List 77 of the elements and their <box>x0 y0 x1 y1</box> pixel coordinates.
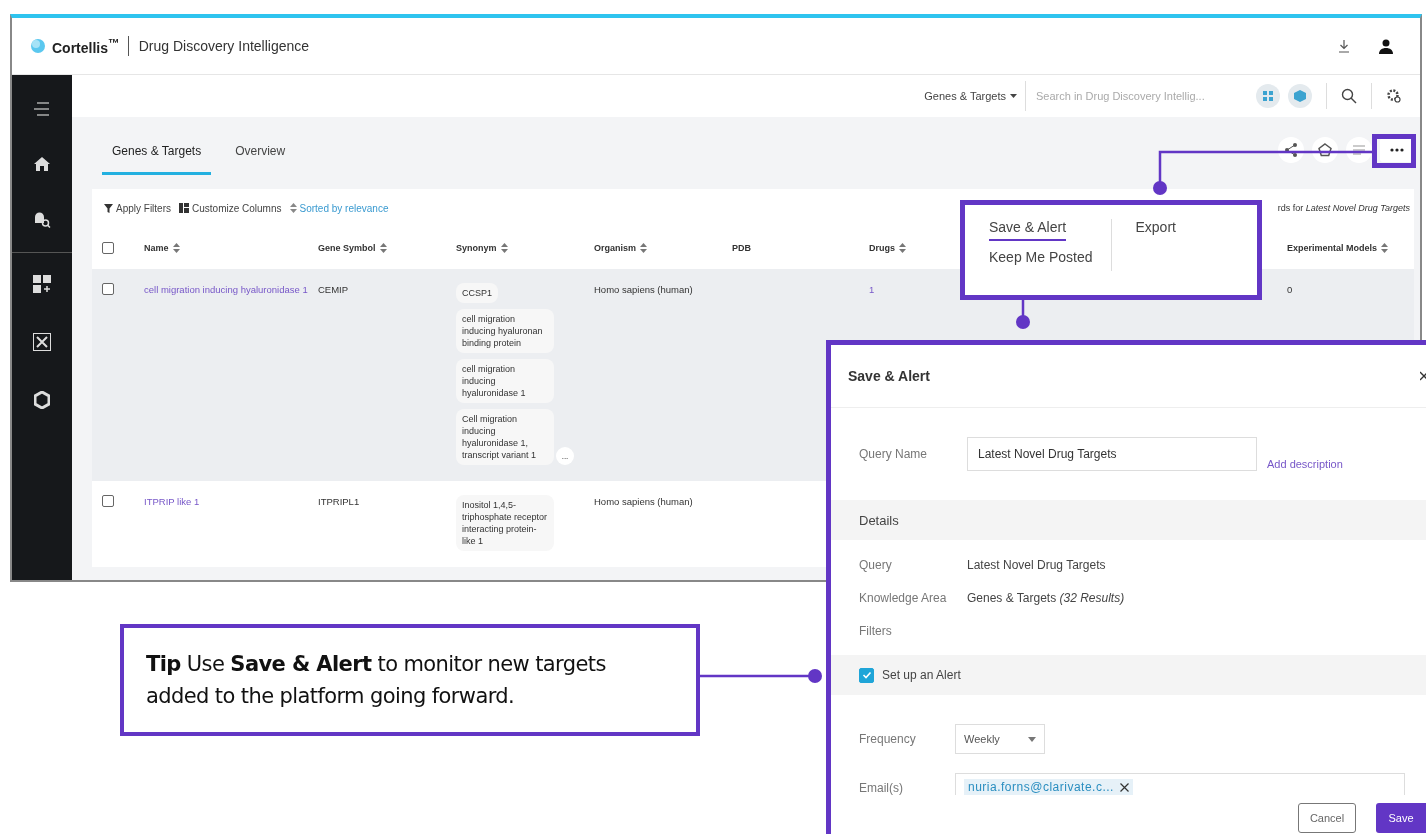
checkmark-icon <box>860 669 873 681</box>
table-cell-text: CEMIP <box>318 283 350 297</box>
gene-name-link[interactable]: ITPRIP like 1 <box>144 495 318 551</box>
dashboard-add-icon[interactable] <box>33 275 51 293</box>
highlight-frame <box>1372 134 1416 168</box>
scope-dropdown[interactable]: Genes & Targets <box>924 81 1026 111</box>
list-icon[interactable] <box>1346 137 1372 163</box>
customize-columns-button[interactable]: Customize Columns <box>179 202 282 214</box>
detail-label: Query <box>859 557 893 572</box>
tip-text: Tip Use Save & Alert to monitor new targets added to the platform going forward. <box>146 651 607 710</box>
table-cell-text: Homo sapiens (human) <box>594 283 694 297</box>
column-header[interactable]: Experimental Models <box>1287 243 1414 253</box>
menu-item[interactable]: Save & Alert <box>989 219 1067 241</box>
logo-icon <box>30 38 46 54</box>
detail-value: Genes & Targets (32 Results) <box>967 590 1125 605</box>
detail-value: Latest Novel Drug Targets <box>967 557 1106 572</box>
drugs-link[interactable]: 1 <box>869 284 875 295</box>
gene-name-link[interactable]: cell migration inducing hyaluronidase 1 <box>144 283 318 465</box>
caret-icon <box>1010 94 1017 98</box>
field-label: Query Name <box>859 447 929 461</box>
column-header[interactable]: Name <box>144 243 318 253</box>
filter-icon <box>104 203 113 213</box>
synonym-chip: cell migration inducing hyaluronan binding protein <box>456 309 554 353</box>
logo: Cortellis$^{™}$ <box>52 36 129 56</box>
section-heading: Details <box>859 512 899 528</box>
synonym-chip: CCSP1 <box>456 283 498 303</box>
column-header[interactable]: Organism <box>594 243 732 253</box>
field-label: Email(s) <box>859 781 904 795</box>
menu-icon[interactable] <box>33 101 51 117</box>
query-note: rds for Latest Novel Drug Targets <box>1277 203 1410 213</box>
sort-icon <box>289 203 297 213</box>
synonym-chip: Inositol 1,4,5-triphosphate receptor interacting protein-like 1 <box>456 495 554 551</box>
hexagon-icon[interactable] <box>34 391 50 409</box>
share-icon[interactable] <box>1278 137 1304 163</box>
save-button[interactable]: Save <box>1376 803 1426 833</box>
caret-icon <box>1028 736 1036 742</box>
remove-icon[interactable] <box>1119 782 1129 792</box>
close-icon[interactable] <box>1420 371 1426 381</box>
field-label: Frequency <box>859 732 917 746</box>
tab[interactable]: Genes & Targets <box>102 125 212 175</box>
row-checkbox[interactable] <box>102 283 114 295</box>
alert-checkbox[interactable] <box>859 667 874 683</box>
select-all-checkbox[interactable] <box>102 242 114 254</box>
tab[interactable]: Overview <box>225 125 296 175</box>
add-description-link[interactable]: Add description <box>1267 458 1343 470</box>
more-synonyms-button[interactable]: ... <box>556 447 574 465</box>
bell-search-icon[interactable] <box>33 211 51 228</box>
query-name-field[interactable]: Latest Novel Drug Targets <box>967 437 1257 471</box>
column-header[interactable]: Synonym <box>456 243 594 253</box>
settings-icon[interactable] <box>1386 88 1402 104</box>
download-icon[interactable] <box>1338 39 1350 53</box>
synonym-chip: Cell migration inducing hyaluronidase 1, transcript variant 1 <box>456 409 554 465</box>
synonym-chip: cell migration inducing hyaluronidase 1 <box>456 359 554 403</box>
dialog-title: Save & Alert <box>848 368 930 384</box>
table-cell-text: Homo sapiens (human) <box>594 495 694 509</box>
table-cell-text: ITPRIPL1 <box>318 495 361 509</box>
menu-item[interactable]: Export <box>1135 219 1176 241</box>
columns-icon <box>179 203 189 213</box>
column-header[interactable]: Gene Symbol <box>318 243 456 253</box>
email-tag: nuria.forns@clarivate.c... <box>964 779 1133 795</box>
grid-icon[interactable] <box>1256 84 1280 108</box>
frequency-dropdown[interactable]: Weekly <box>955 724 1045 754</box>
expand-icon[interactable] <box>33 333 51 351</box>
cancel-button[interactable]: Cancel <box>1298 803 1356 833</box>
row-checkbox[interactable] <box>102 495 114 507</box>
product-name: Drug Discovery Intelligence <box>137 38 310 54</box>
alert-label: Set up an Alert <box>882 668 961 682</box>
search-icon[interactable] <box>1341 88 1357 104</box>
home-icon[interactable] <box>34 157 50 171</box>
detail-label: Knowledge Area <box>859 590 948 605</box>
user-icon[interactable] <box>1378 38 1394 54</box>
cube-icon[interactable] <box>1288 84 1312 108</box>
menu-item[interactable]: Keep Me Posted <box>989 249 1093 271</box>
apply-filters-button[interactable]: Apply Filters <box>104 202 171 214</box>
detail-label: Filters <box>859 623 893 638</box>
column-header[interactable]: PDB <box>732 243 869 253</box>
table-cell: 0 <box>1287 284 1293 295</box>
